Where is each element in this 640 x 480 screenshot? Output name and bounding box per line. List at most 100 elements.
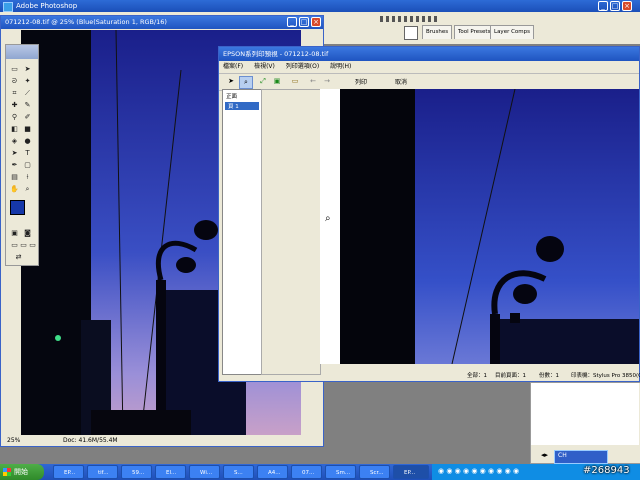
minimize-button[interactable]: _: [598, 1, 608, 11]
language-indicator[interactable]: CH: [558, 452, 567, 459]
forward-arrow-icon[interactable]: →: [321, 76, 333, 87]
preview-photo: [340, 89, 639, 364]
status-total: 全部：1: [467, 373, 487, 379]
maximize-button[interactable]: □: [610, 1, 620, 11]
menu-print-options[interactable]: 列印選項(O): [286, 63, 319, 70]
crop-tool-icon[interactable]: ⌗: [10, 89, 19, 98]
doc-maximize-button[interactable]: □: [299, 17, 309, 27]
menu-view[interactable]: 檢視(V): [254, 63, 275, 70]
tab-layer-comps[interactable]: Layer Comps: [490, 25, 535, 39]
image-icon[interactable]: ▣: [271, 76, 283, 87]
palette-icon[interactable]: [404, 26, 418, 40]
document-size: Doc: 41.6M/55.4M: [63, 437, 118, 444]
watermark: #268943: [583, 465, 630, 476]
clone-stamp-tool-icon[interactable]: ⚲: [10, 113, 19, 122]
pointer-icon[interactable]: ➤: [225, 76, 237, 87]
tree-root-front[interactable]: 正面: [223, 90, 261, 102]
tab-tool-presets[interactable]: Tool Presets: [454, 25, 495, 39]
page-icon[interactable]: ▭: [289, 76, 301, 87]
taskbar: 開始 EP... tif... 59... El... Wi... S... A…: [0, 464, 640, 480]
dodge-tool-icon[interactable]: ●: [23, 137, 32, 146]
imageready-jump-icon[interactable]: ⇄: [14, 253, 23, 262]
blur-tool-icon[interactable]: ◈: [10, 137, 19, 146]
slice-tool-icon[interactable]: ⟋: [23, 89, 32, 98]
doc-minimize-button[interactable]: _: [287, 17, 297, 27]
zoom-tool-icon[interactable]: ⌕: [23, 185, 32, 194]
toolbox: ▭ ➤ ᘐ ✦ ⌗ ⟋ ✚ ✎ ⚲ ✐ ◧ ■ ◈ ● ➤ T ✒ ▢ ▤ ⟊ …: [5, 44, 39, 266]
taskbar-item-active[interactable]: EP...: [393, 465, 429, 479]
epson-title: EPSON系列印預視 - 071212-08.tif: [223, 50, 329, 58]
preview-margin-area: [261, 89, 321, 375]
fit-page-icon[interactable]: ⤢: [257, 76, 269, 87]
status-copies: 份數：1: [539, 373, 559, 379]
epson-menubar: 檔案(F) 檢視(V) 列印選項(O) 說明(H): [219, 61, 639, 72]
print-preview-image[interactable]: [340, 89, 639, 364]
foreground-color-swatch[interactable]: [10, 200, 25, 215]
taskbar-item-9[interactable]: Sm...: [325, 465, 356, 479]
zoom-level[interactable]: 25%: [7, 435, 20, 446]
screen-mode-1-icon[interactable]: ▭: [10, 241, 19, 250]
photoshop-logo-icon: [3, 2, 13, 12]
menu-help[interactable]: 說明(H): [330, 63, 351, 70]
taskbar-item-10[interactable]: Scr...: [359, 465, 390, 479]
taskbar-item-6[interactable]: S...: [223, 465, 254, 479]
document-titlebar: 071212-08.tif @ 25% (Blue(Saturation 1, …: [1, 16, 323, 29]
screen-mode-2-icon[interactable]: ▭: [19, 241, 28, 250]
taskbar-item-5[interactable]: Wi...: [189, 465, 220, 479]
windows-logo-icon: [3, 468, 11, 476]
back-arrow-icon[interactable]: ←: [307, 76, 319, 87]
status-current-page: 目前頁面：1: [495, 373, 526, 379]
panel-scroll-arrows-icon[interactable]: ◂▸: [541, 451, 548, 459]
epson-titlebar: EPSON系列印預視 - 071212-08.tif: [219, 47, 639, 61]
toolbox-header[interactable]: [6, 45, 38, 59]
zoom-icon[interactable]: ⌕: [239, 76, 253, 89]
type-tool-icon[interactable]: T: [23, 149, 32, 158]
brush-tool-icon[interactable]: ✎: [23, 101, 32, 110]
document-statusbar: 25% Doc: 41.6M/55.4M: [1, 435, 323, 446]
healing-brush-tool-icon[interactable]: ✚: [10, 101, 19, 110]
cancel-button[interactable]: 取消: [395, 77, 407, 86]
start-button[interactable]: 開始: [0, 464, 44, 480]
photoshop-title: Adobe Photoshop: [16, 2, 78, 10]
taskbar-item-8[interactable]: 07...: [291, 465, 322, 479]
path-selection-tool-icon[interactable]: ➤: [10, 149, 19, 158]
magic-wand-tool-icon[interactable]: ✦: [23, 77, 32, 86]
start-label: 開始: [14, 468, 28, 476]
magnifier-cursor-icon: ⌕: [325, 213, 331, 224]
doc-close-button[interactable]: ×: [311, 17, 321, 27]
gradient-tool-icon[interactable]: ■: [23, 125, 32, 134]
layers-list: [531, 383, 639, 445]
marquee-tool-icon[interactable]: ▭: [10, 65, 19, 74]
epson-preview-window: EPSON系列印預視 - 071212-08.tif 檔案(F) 檢視(V) 列…: [218, 46, 640, 382]
taskbar-item-7[interactable]: A4...: [257, 465, 288, 479]
options-icons: [380, 16, 440, 22]
menu-file[interactable]: 檔案(F): [223, 63, 243, 70]
print-button[interactable]: 列印: [355, 77, 367, 86]
taskbar-item-3[interactable]: 59...: [121, 465, 152, 479]
standard-mode-icon[interactable]: ▣: [10, 229, 19, 238]
notes-tool-icon[interactable]: ▤: [10, 173, 19, 182]
history-brush-tool-icon[interactable]: ✐: [23, 113, 32, 122]
shape-tool-icon[interactable]: ▢: [23, 161, 32, 170]
tree-item-page-1[interactable]: 頁 1: [225, 102, 259, 110]
eyedropper-tool-icon[interactable]: ⟊: [23, 173, 32, 182]
screen-mode-3-icon[interactable]: ▭: [28, 241, 37, 250]
tab-brushes[interactable]: Brushes: [422, 25, 453, 39]
language-bar[interactable]: CH: [554, 450, 608, 464]
tray-icons[interactable]: ◉ ◉ ◉ ◉ ◉ ◉ ◉ ◉ ◉ ◉: [438, 467, 519, 475]
taskbar-item-4[interactable]: El...: [155, 465, 186, 479]
lasso-tool-icon[interactable]: ᘐ: [10, 77, 19, 86]
photoshop-titlebar: Adobe Photoshop _ □ ×: [0, 0, 640, 12]
eraser-tool-icon[interactable]: ◧: [10, 125, 19, 134]
page-tree: 正面 頁 1: [222, 89, 262, 375]
status-printer: 印表機：Stylus Pro 3850(C: [571, 373, 640, 379]
taskbar-item-2[interactable]: tif...: [87, 465, 118, 479]
quick-mask-mode-icon[interactable]: ◙: [23, 229, 32, 238]
taskbar-item-1[interactable]: EP...: [53, 465, 84, 479]
preview-paper-edge: ⌕: [320, 89, 340, 364]
close-button[interactable]: ×: [622, 1, 632, 11]
pen-tool-icon[interactable]: ✒: [10, 161, 19, 170]
hand-tool-icon[interactable]: ✋: [10, 185, 19, 194]
document-title: 071212-08.tif @ 25% (Blue(Saturation 1, …: [5, 18, 167, 26]
move-tool-icon[interactable]: ➤: [23, 65, 32, 74]
